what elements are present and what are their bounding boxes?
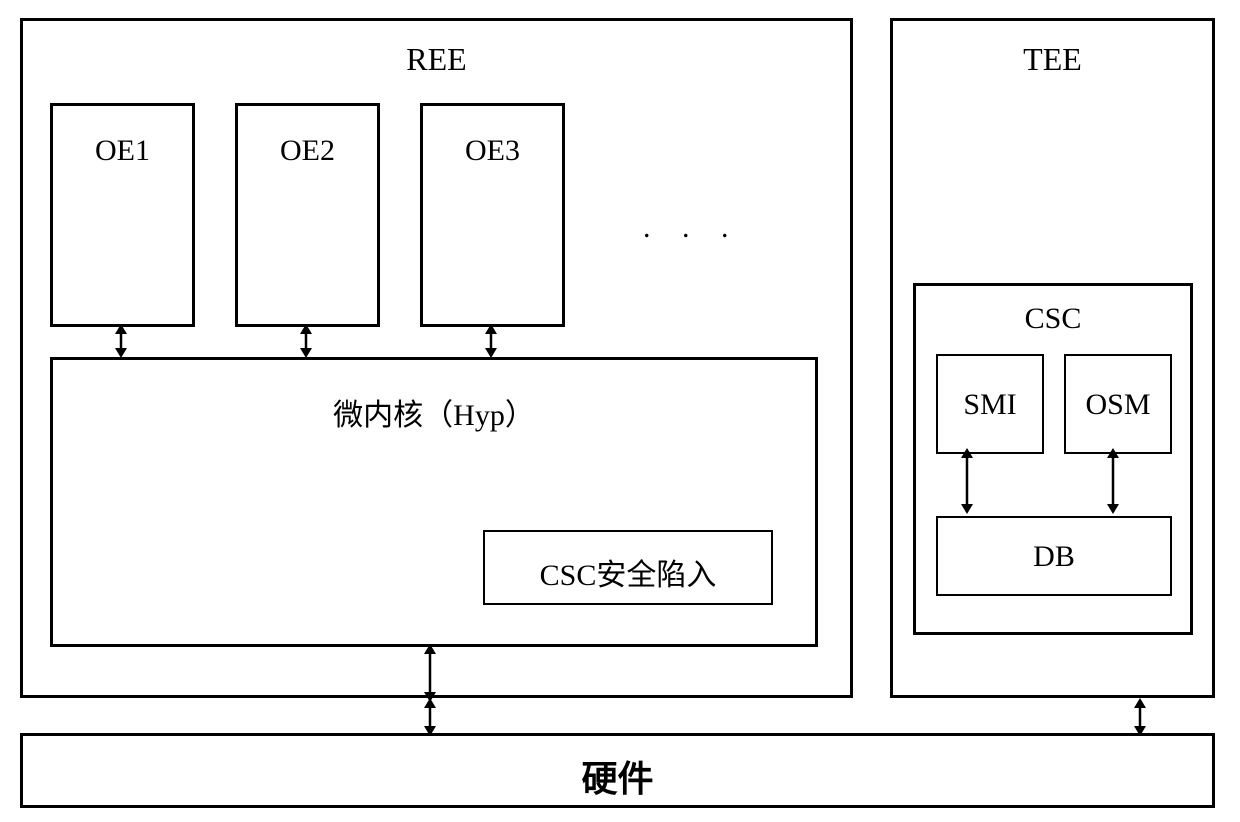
ree-container: REE OE1 OE2 OE3 . . . 微内核（Hyp） CSC安全陷入 bbox=[20, 18, 853, 698]
arrow-osm-db bbox=[1103, 448, 1123, 514]
hardware-box: 硬件 bbox=[20, 733, 1215, 808]
osm-box: OSM bbox=[1064, 354, 1172, 454]
oe3-box: OE3 bbox=[420, 103, 565, 327]
arrow-oe3-hyp bbox=[481, 324, 501, 358]
arrow-ree-hardware bbox=[420, 698, 440, 736]
oe1-box: OE1 bbox=[50, 103, 195, 327]
oe2-box: OE2 bbox=[235, 103, 380, 327]
csc-trap-label: CSC安全陷入 bbox=[485, 550, 771, 594]
csc-label: CSC bbox=[916, 302, 1190, 336]
tee-container: TEE CSC SMI OSM DB bbox=[890, 18, 1215, 698]
arrow-smi-db bbox=[957, 448, 977, 514]
oe2-label: OE2 bbox=[238, 134, 377, 168]
oe3-label: OE3 bbox=[423, 134, 562, 168]
smi-label: SMI bbox=[938, 388, 1042, 422]
osm-label: OSM bbox=[1066, 388, 1170, 422]
csc-trap-box: CSC安全陷入 bbox=[483, 530, 773, 605]
hardware-label: 硬件 bbox=[23, 750, 1212, 802]
ree-title: REE bbox=[23, 41, 850, 78]
arrow-oe1-hyp bbox=[111, 324, 131, 358]
arrow-tee-hardware bbox=[1130, 698, 1150, 736]
hyp-label: 微内核（Hyp） bbox=[53, 390, 815, 434]
db-label: DB bbox=[938, 540, 1170, 574]
arrow-hyp-ree bbox=[420, 644, 440, 702]
tee-title: TEE bbox=[893, 41, 1212, 78]
oe1-label: OE1 bbox=[53, 134, 192, 168]
smi-box: SMI bbox=[936, 354, 1044, 454]
db-box: DB bbox=[936, 516, 1172, 596]
oe-ellipsis: . . . bbox=[643, 211, 741, 245]
csc-box: CSC SMI OSM DB bbox=[913, 283, 1193, 635]
arrow-oe2-hyp bbox=[296, 324, 316, 358]
hyp-box: 微内核（Hyp） CSC安全陷入 bbox=[50, 357, 818, 647]
